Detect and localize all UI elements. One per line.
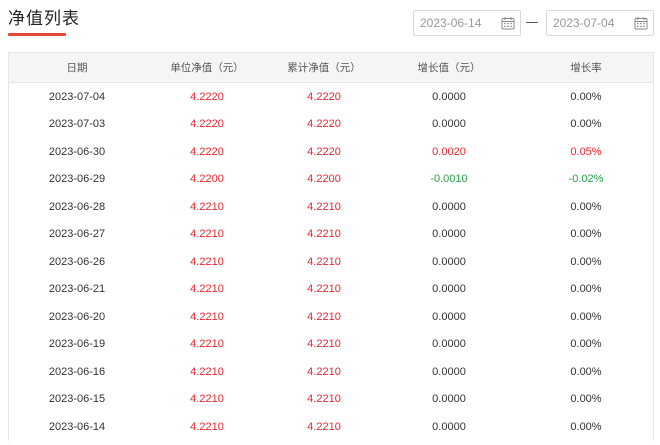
- table-row: 2023-06-26 4.2210 4.2210 0.0000 0.00%: [9, 248, 653, 276]
- cell-date: 2023-06-26: [48, 255, 106, 268]
- page-title: 净值列表: [8, 9, 80, 29]
- column-header-change-value: 增长值（元）: [417, 62, 481, 74]
- cell-unit-nav: 4.2210: [190, 365, 224, 378]
- column-header-change-rate: 增长率: [570, 62, 602, 74]
- cell-accum-nav: 4.2210: [307, 420, 341, 433]
- cell-change-value: 0.0000: [432, 338, 466, 351]
- cell-accum-nav: 4.2210: [307, 200, 341, 213]
- cell-date: 2023-06-15: [48, 393, 106, 406]
- section-header: 净值列表: [8, 8, 80, 36]
- table-row: 2023-07-03 4.2220 4.2220 0.0000 0.00%: [9, 111, 653, 139]
- cell-date: 2023-07-04: [48, 90, 106, 103]
- cell-unit-nav: 4.2220: [190, 90, 224, 103]
- cell-change-rate: 0.00%: [570, 420, 602, 433]
- cell-change-rate: 0.00%: [570, 310, 602, 323]
- cell-date: 2023-06-19: [48, 338, 106, 351]
- table-header: 日期 单位净值（元） 累计净值（元） 增长值（元） 增长率: [9, 52, 653, 83]
- cell-change-rate: 0.00%: [570, 255, 602, 268]
- cell-accum-nav: 4.2220: [307, 145, 341, 158]
- table-row: 2023-06-29 4.2200 4.2200 -0.0010 -0.02%: [9, 166, 653, 194]
- table-row: 2023-06-14 4.2210 4.2210 0.0000 0.00%: [9, 413, 653, 441]
- cell-date: 2023-06-14: [48, 420, 106, 433]
- cell-unit-nav: 4.2220: [190, 145, 224, 158]
- cell-accum-nav: 4.2210: [307, 338, 341, 351]
- cell-change-rate: 0.00%: [570, 338, 602, 351]
- table-body: 2023-07-04 4.2220 4.2220 0.0000 0.00% 2023-07…: [9, 83, 653, 441]
- cell-accum-nav: 4.2210: [307, 365, 341, 378]
- cell-change-value: 0.0000: [432, 118, 466, 131]
- cell-unit-nav: 4.2210: [190, 255, 224, 268]
- calendar-icon[interactable]: [634, 16, 648, 30]
- cell-unit-nav: 4.2210: [190, 283, 224, 296]
- cell-unit-nav: 4.2210: [190, 200, 224, 213]
- cell-date: 2023-06-16: [48, 365, 106, 378]
- cell-change-rate: 0.00%: [570, 228, 602, 241]
- column-header-accum-nav: 累计净值（元）: [287, 62, 361, 74]
- cell-unit-nav: 4.2220: [190, 118, 224, 131]
- cell-unit-nav: 4.2210: [190, 393, 224, 406]
- end-date-input[interactable]: [547, 11, 627, 35]
- cell-accum-nav: 4.2210: [307, 393, 341, 406]
- table-row: 2023-06-28 4.2210 4.2210 0.0000 0.00%: [9, 193, 653, 221]
- cell-date: 2023-06-30: [48, 145, 106, 158]
- cell-accum-nav: 4.2210: [307, 255, 341, 268]
- nav-table: 日期 单位净值（元） 累计净值（元） 增长值（元） 增长率 2023-07-04…: [8, 52, 654, 441]
- cell-change-value: 0.0000: [432, 420, 466, 433]
- cell-change-value: 0.0000: [432, 283, 466, 296]
- cell-change-value: 0.0000: [432, 228, 466, 241]
- date-range-separator: [526, 22, 538, 23]
- column-header-date: 日期: [66, 62, 88, 74]
- cell-change-value: -0.0010: [430, 173, 468, 186]
- cell-unit-nav: 4.2210: [190, 310, 224, 323]
- cell-change-value: 0.0000: [432, 255, 466, 268]
- table-row: 2023-06-20 4.2210 4.2210 0.0000 0.00%: [9, 303, 653, 331]
- table-row: 2023-06-15 4.2210 4.2210 0.0000 0.00%: [9, 386, 653, 414]
- cell-date: 2023-06-21: [48, 283, 106, 296]
- cell-date: 2023-06-29: [48, 173, 106, 186]
- table-row: 2023-06-30 4.2220 4.2220 0.0020 0.05%: [9, 138, 653, 166]
- cell-date: 2023-06-27: [48, 228, 106, 241]
- table-row: 2023-06-21 4.2210 4.2210 0.0000 0.00%: [9, 276, 653, 304]
- cell-change-value: 0.0000: [432, 393, 466, 406]
- cell-accum-nav: 4.2220: [307, 90, 341, 103]
- cell-accum-nav: 4.2210: [307, 310, 341, 323]
- cell-change-rate: 0.00%: [570, 365, 602, 378]
- cell-change-rate: 0.00%: [570, 118, 602, 131]
- cell-change-value: 0.0000: [432, 90, 466, 103]
- calendar-icon[interactable]: [501, 16, 515, 30]
- column-header-unit-nav: 单位净值（元）: [170, 62, 244, 74]
- cell-change-rate: 0.00%: [570, 283, 602, 296]
- cell-change-rate: -0.02%: [568, 173, 604, 186]
- cell-change-rate: 0.00%: [570, 90, 602, 103]
- table-row: 2023-06-27 4.2210 4.2210 0.0000 0.00%: [9, 221, 653, 249]
- start-date-picker[interactable]: [413, 10, 521, 36]
- table-row: 2023-07-04 4.2220 4.2220 0.0000 0.00%: [9, 83, 653, 111]
- cell-change-value: 0.0000: [432, 200, 466, 213]
- cell-unit-nav: 4.2200: [190, 173, 224, 186]
- end-date-picker[interactable]: [546, 10, 654, 36]
- cell-date: 2023-06-28: [48, 200, 106, 213]
- cell-change-rate: 0.05%: [570, 145, 602, 158]
- cell-accum-nav: 4.2210: [307, 228, 341, 241]
- title-underline: [8, 33, 66, 36]
- start-date-input[interactable]: [414, 11, 494, 35]
- cell-unit-nav: 4.2210: [190, 420, 224, 433]
- cell-change-rate: 0.00%: [570, 200, 602, 213]
- cell-date: 2023-06-20: [48, 310, 106, 323]
- cell-accum-nav: 4.2200: [307, 173, 341, 186]
- cell-change-value: 0.0020: [432, 145, 466, 158]
- cell-unit-nav: 4.2210: [190, 228, 224, 241]
- cell-accum-nav: 4.2210: [307, 283, 341, 296]
- cell-change-rate: 0.00%: [570, 393, 602, 406]
- cell-date: 2023-07-03: [48, 118, 106, 131]
- cell-accum-nav: 4.2220: [307, 118, 341, 131]
- table-row: 2023-06-19 4.2210 4.2210 0.0000 0.00%: [9, 331, 653, 359]
- cell-change-value: 0.0000: [432, 310, 466, 323]
- table-row: 2023-06-16 4.2210 4.2210 0.0000 0.00%: [9, 358, 653, 386]
- cell-unit-nav: 4.2210: [190, 338, 224, 351]
- cell-change-value: 0.0000: [432, 365, 466, 378]
